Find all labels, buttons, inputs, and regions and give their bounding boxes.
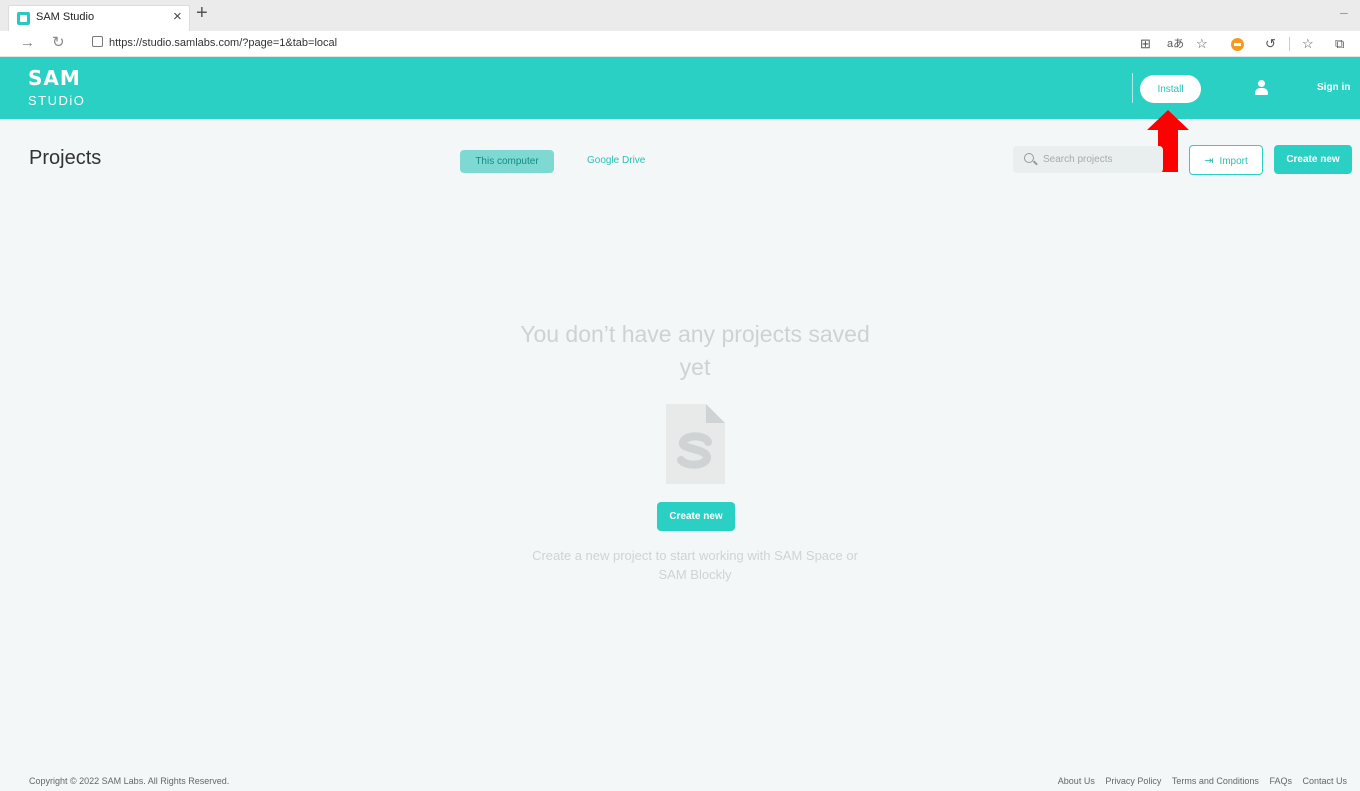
favicon-icon (17, 12, 30, 25)
browser-essentials-icon[interactable]: ↺ (1265, 35, 1276, 53)
create-new-button[interactable]: Create new (1274, 145, 1352, 174)
search-icon (1024, 153, 1034, 163)
user-icon[interactable] (1254, 80, 1269, 96)
minimize-icon[interactable]: – (1340, 4, 1348, 20)
copyright-text: Copyright © 2022 SAM Labs. All Rights Re… (29, 776, 230, 786)
sam-document-icon (666, 404, 725, 484)
footer-link-contact[interactable]: Contact Us (1302, 776, 1347, 786)
logo-wordmark: SAM (28, 66, 81, 90)
search-box[interactable] (1013, 146, 1163, 173)
footer-links: About Us Privacy Policy Terms and Condit… (1050, 776, 1347, 786)
sign-in-link[interactable]: Sign in (1317, 82, 1350, 93)
header-divider (1132, 73, 1133, 103)
footer-link-privacy[interactable]: Privacy Policy (1105, 776, 1161, 786)
read-aloud-icon[interactable]: aあ (1167, 35, 1184, 53)
app-grid-icon[interactable]: ⊞ (1140, 35, 1151, 53)
tab-this-computer[interactable]: This computer (460, 150, 554, 173)
address-bar: → ↻ https://studio.samlabs.com/?page=1&t… (0, 31, 1360, 57)
search-input[interactable] (1043, 152, 1158, 167)
browser-tab-bar: SAM Studio × + – (0, 0, 1360, 31)
footer-link-about[interactable]: About Us (1058, 776, 1095, 786)
import-label: Import (1219, 155, 1248, 167)
sam-studio-logo[interactable]: SAM STUDiO (28, 68, 85, 108)
empty-state-title: You don’t have any projects saved yet (520, 321, 870, 380)
import-button[interactable]: ⇥ Import (1189, 145, 1263, 175)
browser-tab[interactable]: SAM Studio × (8, 5, 190, 31)
toolbar-divider (1289, 37, 1290, 51)
url-field[interactable]: https://studio.samlabs.com/?page=1&tab=l… (92, 36, 337, 49)
footer-link-terms[interactable]: Terms and Conditions (1172, 776, 1259, 786)
create-new-empty-button[interactable]: Create new (657, 502, 735, 531)
url-text: https://studio.samlabs.com/?page=1&tab=l… (109, 37, 338, 49)
refresh-icon[interactable]: ↻ (52, 34, 65, 52)
footer-link-faqs[interactable]: FAQs (1269, 776, 1292, 786)
install-button[interactable]: Install (1140, 75, 1201, 103)
logo-subtitle: STUDiO (28, 93, 86, 108)
favorites-icon[interactable]: ☆ (1302, 35, 1314, 53)
tab-title: SAM Studio (36, 11, 95, 23)
page-title: Projects (29, 147, 102, 169)
import-icon: ⇥ (1204, 154, 1214, 167)
close-tab-icon[interactable]: × (173, 9, 182, 24)
empty-state-subtitle: Create a new project to start working wi… (532, 548, 858, 582)
favorite-add-icon[interactable]: ☆ (1196, 35, 1208, 53)
extension-icon[interactable] (1231, 38, 1244, 51)
new-tab-icon[interactable]: + (196, 3, 208, 23)
tab-google-drive[interactable]: Google Drive (587, 155, 645, 166)
collections-icon[interactable]: ⧉ (1335, 35, 1344, 53)
forward-icon[interactable]: → (20, 34, 35, 52)
lock-icon (92, 36, 103, 47)
